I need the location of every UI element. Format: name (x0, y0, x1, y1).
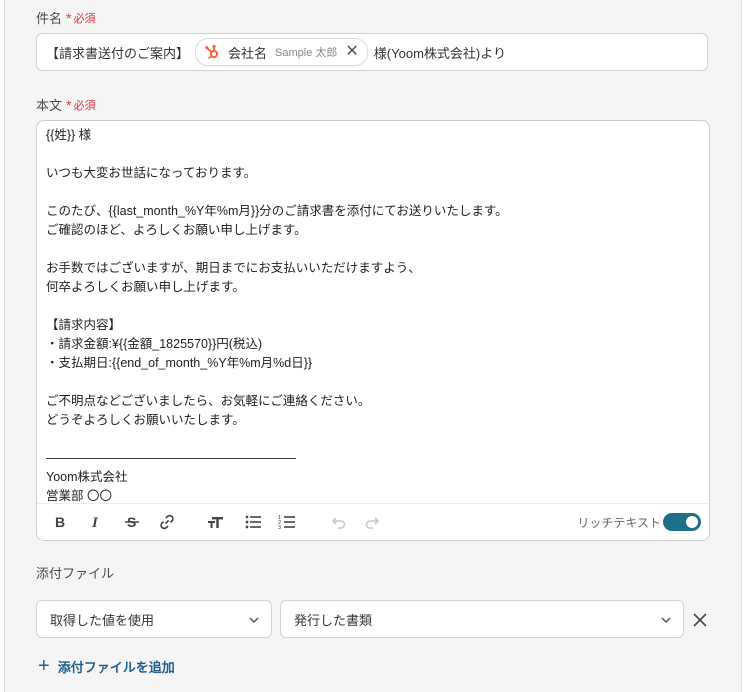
attachment-label: 添付ファイル (36, 566, 115, 581)
body-line (46, 183, 699, 202)
rich-text-toggle[interactable] (663, 513, 701, 531)
link-icon[interactable] (158, 513, 176, 531)
svg-text:B: B (55, 514, 65, 530)
body-line: 何卒よろしくお願い申し上げます。 (46, 280, 245, 294)
font-size-icon[interactable] (207, 513, 225, 531)
attachment-value-select[interactable]: 発行した書類 (280, 600, 684, 638)
body-line: いつも大変お世話になっております。 (46, 166, 257, 180)
add-attachment-button[interactable]: + 添付ファイルを追加 (38, 656, 175, 676)
body-label: 本文 (36, 98, 63, 113)
numbered-list-icon[interactable]: 123 (278, 513, 296, 531)
body-line (46, 297, 699, 316)
subject-label: 件名 (36, 11, 63, 26)
body-editor[interactable]: {{姓}} 様いつも大変お世話になっております。このたび、{{last_mont… (36, 120, 710, 541)
hubspot-icon (205, 44, 219, 60)
body-line: ・支払期日:{{end_of_month_%Y年%m月%d日}} (46, 356, 313, 370)
body-line: ———————————————————— (46, 451, 296, 465)
body-line (46, 430, 699, 449)
subject-suffix-text: 様(Yoom株式会社)より (373, 45, 506, 61)
undo-icon[interactable] (329, 513, 347, 531)
required-badge: * 必須 (66, 9, 96, 26)
body-line: Yoom株式会社 (46, 470, 128, 484)
body-label-row: 本文 * 必須 (36, 95, 95, 114)
plus-icon: + (38, 655, 50, 677)
body-text[interactable]: {{姓}} 様いつも大変お世話になっております。このたび、{{last_mont… (46, 126, 699, 506)
chevron-down-icon (249, 617, 259, 624)
body-line: このたび、{{last_month_%Y年%m月}}分のご請求書を添付にてお送り… (46, 204, 508, 218)
attachment-source-value: 取得した値を使用 (50, 612, 155, 628)
remove-attachment-icon[interactable] (691, 611, 709, 629)
chip-sample: Sample 太郎 (275, 47, 338, 59)
bullet-list-icon[interactable] (244, 513, 262, 531)
chevron-down-icon (661, 617, 671, 624)
svg-text:3: 3 (278, 525, 281, 531)
attachment-source-select[interactable]: 取得した値を使用 (36, 600, 272, 638)
attachment-label-row: 添付ファイル (36, 563, 114, 582)
variable-chip[interactable]: 会社名 Sample 太郎 ✕ (195, 38, 368, 66)
chip-remove-icon[interactable]: ✕ (345, 44, 358, 60)
svg-text:I: I (91, 515, 99, 531)
attachment-value-text: 発行した書類 (294, 612, 373, 628)
body-line: {{姓}} 様 (46, 128, 92, 142)
italic-icon[interactable]: I (87, 513, 105, 531)
body-line: どうぞよろしくお願いいたします。 (46, 413, 245, 427)
strikethrough-icon[interactable]: S (123, 513, 141, 531)
rich-text-label: リッチテキスト (577, 516, 661, 530)
body-line (46, 145, 699, 164)
redo-icon[interactable] (364, 513, 382, 531)
body-line (46, 240, 699, 259)
required-badge: * 必須 (66, 96, 96, 113)
body-line: ・請求金額:¥{{金額_1825570}}円(税込) (46, 337, 263, 351)
body-line (46, 373, 699, 392)
body-line: 【請求内容】 (46, 318, 122, 332)
body-line: ご不明点などございましたら、お気軽にご連絡ください。 (46, 394, 371, 408)
body-line: ご確認のほど、よろしくお願い申し上げます。 (46, 223, 307, 237)
bold-icon[interactable]: B (51, 513, 69, 531)
subject-prefix-text: 【請求書送付のご案内】 (46, 45, 190, 61)
add-attachment-label: 添付ファイルを追加 (57, 659, 175, 675)
subject-input[interactable]: 【請求書送付のご案内】 会社名 Sample 太郎 ✕ 様(Yoom株式会社)よ… (36, 33, 708, 71)
body-line: お手数ではございますが、期日までにお支払いいただけますよう、 (46, 261, 421, 275)
subject-label-row: 件名 * 必須 (36, 8, 95, 27)
chip-label: 会社名 (228, 45, 268, 61)
editor-toolbar: B I S 123 リッチテキスト (37, 503, 709, 540)
